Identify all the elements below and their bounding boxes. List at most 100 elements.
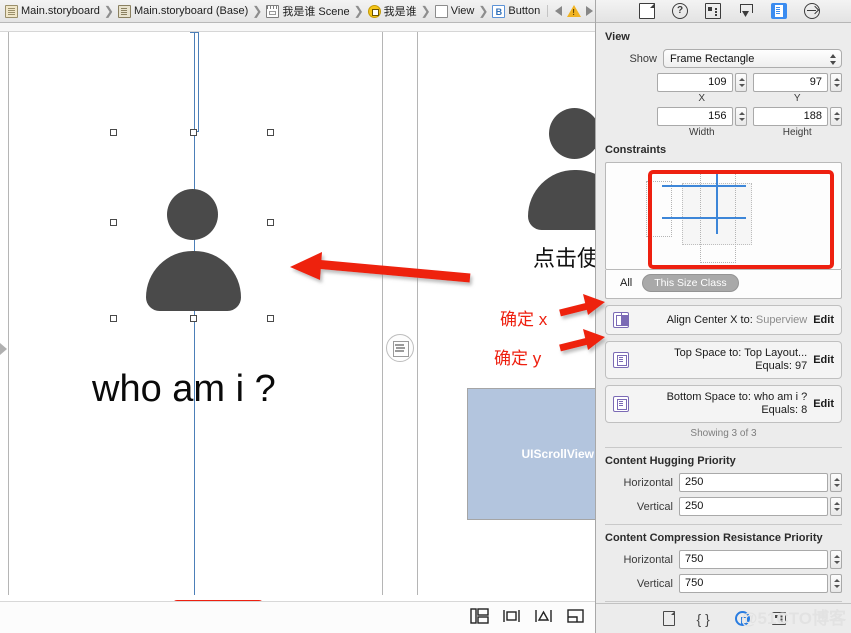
compression-horizontal-input[interactable]: 750 xyxy=(679,550,828,569)
storyboard-file-icon xyxy=(5,4,18,18)
frame-y-group: 97 Y xyxy=(752,73,842,104)
constraint-value: Top Layout... xyxy=(744,347,808,359)
breadcrumb-item-label: 我是谁 xyxy=(383,6,417,18)
canvas-left-edge-handle[interactable] xyxy=(0,343,7,355)
constraint-row-bottom-space[interactable]: Bottom Space to: who am i ? Equals: 8 Ed… xyxy=(605,385,842,423)
frame-x-input[interactable]: 109 xyxy=(657,73,733,92)
frame-x-label: X xyxy=(698,93,706,104)
constraint-row-align-center-x[interactable]: Align Center X to: Superview Edit xyxy=(605,305,842,335)
frame-height-group: 188 Height xyxy=(752,107,842,138)
constraint-edit-button[interactable]: Edit xyxy=(813,354,834,366)
constraints-filter-row: All This Size Class xyxy=(605,270,842,299)
frame-y-label: Y xyxy=(793,93,801,104)
diagram-centerx-constraint-line xyxy=(716,174,718,234)
constraint-line1: Align Center X to: Superview xyxy=(667,314,808,326)
hugging-horizontal-input[interactable]: 250 xyxy=(679,473,828,492)
size-inspector-tab[interactable] xyxy=(771,3,787,19)
align-center-x-icon xyxy=(613,312,629,328)
breadcrumb-item-4[interactable]: View xyxy=(434,4,476,18)
constraint-label: Align Center X to: xyxy=(666,313,753,326)
constraint-edit-button[interactable]: Edit xyxy=(813,314,834,326)
frame-width-input[interactable]: 156 xyxy=(657,107,733,126)
hugging-vertical-row: Vertical 250 xyxy=(605,497,842,516)
constraints-diagram[interactable] xyxy=(605,162,842,270)
breadcrumb: Main.storyboard ❯ Main.storyboard (Base)… xyxy=(0,0,595,23)
selection-handle[interactable] xyxy=(267,315,274,322)
file-template-library-icon[interactable] xyxy=(662,611,675,626)
constraint-label: Bottom Space to: xyxy=(666,391,751,403)
show-popup-button[interactable]: Frame Rectangle xyxy=(663,49,842,68)
code-snippet-library-icon[interactable]: { } xyxy=(697,611,713,627)
frame-y-stepper[interactable] xyxy=(830,73,842,92)
frame-height-input[interactable]: 188 xyxy=(752,107,828,126)
breadcrumb-item-0[interactable]: Main.storyboard xyxy=(4,4,101,18)
constraints-filter-size-class[interactable]: This Size Class xyxy=(642,274,739,292)
frame-x-stepper[interactable] xyxy=(734,73,747,92)
constraint-equals-label: Equals: xyxy=(755,360,792,372)
constraint-badge-icon[interactable] xyxy=(386,334,414,362)
embed-in-icon[interactable] xyxy=(470,608,489,624)
breadcrumb-item-label: 我是谁 Scene xyxy=(282,6,350,18)
next-issue-icon[interactable] xyxy=(586,6,594,16)
frame-height-label: Height xyxy=(782,127,812,138)
compression-vertical-label: Vertical xyxy=(636,577,673,590)
frame-width-stepper[interactable] xyxy=(734,107,747,126)
uiscrollview-element[interactable]: UIScrollView xyxy=(467,388,595,520)
watermark-text: @51CTO博客 xyxy=(740,609,846,628)
constraint-edit-button[interactable]: Edit xyxy=(813,398,834,410)
selection-handle[interactable] xyxy=(190,129,197,136)
quick-help-inspector-tab[interactable]: ? xyxy=(672,3,688,19)
compression-vertical-input[interactable]: 750 xyxy=(679,574,828,593)
breadcrumb-item-1[interactable]: Main.storyboard (Base) xyxy=(117,4,249,18)
media-library-icon[interactable] xyxy=(771,612,786,625)
breadcrumb-separator-icon: ❯ xyxy=(353,4,364,18)
attributes-inspector-tab[interactable] xyxy=(738,3,754,19)
compression-horizontal-row: Horizontal 750 xyxy=(605,550,842,569)
frame-y-input[interactable]: 97 xyxy=(752,73,828,92)
hugging-horizontal-stepper[interactable] xyxy=(830,473,842,492)
breadcrumb-separator-icon: ❯ xyxy=(478,4,489,18)
pin-icon[interactable] xyxy=(534,608,553,624)
hugging-horizontal-row: Horizontal 250 xyxy=(605,473,842,492)
diagram-guide-left xyxy=(646,181,672,237)
previous-issue-icon[interactable] xyxy=(555,6,563,16)
frame-height-stepper[interactable] xyxy=(830,107,842,126)
selection-handle[interactable] xyxy=(110,129,117,136)
constraint-equals-label: Equals: xyxy=(761,404,799,416)
selection-handle[interactable] xyxy=(190,315,197,322)
breadcrumb-item-2[interactable]: 我是谁 Scene xyxy=(265,3,350,19)
view-icon xyxy=(434,4,448,18)
selection-handle[interactable] xyxy=(267,129,274,136)
uiscrollview-label: UIScrollView xyxy=(521,447,594,461)
avatar-head-shape-secondary xyxy=(549,108,595,159)
selection-handle[interactable] xyxy=(110,315,117,322)
chevron-updown-icon xyxy=(830,53,837,66)
compression-vertical-stepper[interactable] xyxy=(830,574,842,593)
breadcrumb-item-3[interactable]: 我是谁 xyxy=(367,3,418,19)
breadcrumb-item-label: Button xyxy=(508,5,541,17)
who-am-i-label[interactable]: who am i ? xyxy=(92,368,312,411)
warning-icon[interactable] xyxy=(567,5,582,17)
hugging-vertical-stepper[interactable] xyxy=(830,497,842,516)
object-library-icon[interactable] xyxy=(734,611,750,626)
selection-handle[interactable] xyxy=(110,219,117,226)
constraints-filter-all[interactable]: All xyxy=(620,277,632,289)
identity-inspector-tab[interactable] xyxy=(705,3,721,19)
show-label: Show xyxy=(629,52,657,65)
canvas-bottom-bar xyxy=(0,601,595,633)
file-inspector-tab[interactable] xyxy=(639,3,655,19)
annotation-label-x: 确定 x xyxy=(500,310,548,329)
constraint-row-top-space[interactable]: Top Space to: Top Layout... Equals: 97 E… xyxy=(605,341,842,379)
inspector-tab-bar: ? xyxy=(596,0,851,23)
connections-inspector-tab[interactable] xyxy=(804,3,820,19)
annotation-label-y: 确定 y xyxy=(494,349,542,368)
selection-handle[interactable] xyxy=(267,219,274,226)
show-popup-value: Frame Rectangle xyxy=(670,52,755,65)
compression-horizontal-stepper[interactable] xyxy=(830,550,842,569)
align-icon[interactable] xyxy=(502,608,521,624)
hugging-vertical-input[interactable]: 250 xyxy=(679,497,828,516)
breadcrumb-item-5[interactable]: B Button xyxy=(491,4,541,18)
view-controller-icon xyxy=(367,4,381,18)
divider xyxy=(605,524,842,525)
resolve-issues-icon[interactable] xyxy=(566,608,585,624)
